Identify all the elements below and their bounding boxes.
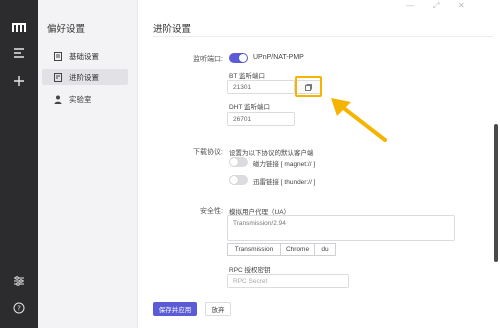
- thunder-toggle[interactable]: [229, 175, 248, 185]
- highlight-box: [295, 76, 322, 97]
- plus-icon[interactable]: [0, 74, 38, 88]
- sliders-icon[interactable]: [0, 274, 38, 288]
- annotation-arrow: [331, 98, 387, 142]
- sidebar-item-advanced[interactable]: 进阶设置: [42, 69, 128, 85]
- lab-icon: [51, 95, 65, 104]
- scrollbar-thumb[interactable]: [494, 124, 498, 262]
- upnp-label: UPnP/NAT-PMP: [253, 54, 304, 61]
- ua-preset-du[interactable]: du: [314, 243, 336, 256]
- scrollbar[interactable]: [494, 0, 500, 328]
- dht-port-input[interactable]: 26701: [227, 112, 295, 126]
- rpc-secret-input[interactable]: RPC Secret: [227, 274, 349, 288]
- bt-port-input[interactable]: 21301: [227, 80, 295, 94]
- listen-port-label: 监听端口:: [193, 56, 223, 63]
- page-title: 进阶设置: [153, 24, 192, 35]
- save-apply-button[interactable]: 保存并应用: [153, 302, 197, 316]
- discard-button[interactable]: 放弃: [205, 302, 231, 316]
- rpc-label: RPC 授权密钥: [229, 267, 271, 274]
- basic-settings-icon: [51, 51, 65, 61]
- sidebar-item-basic[interactable]: 基础设置: [42, 48, 128, 64]
- ua-preset-transmission[interactable]: Transmission: [227, 243, 281, 256]
- title-divider: [153, 36, 493, 37]
- help-icon[interactable]: ?: [0, 301, 38, 315]
- bt-port-label: BT 监听端口: [229, 73, 265, 80]
- maximize-icon[interactable]: ⤢: [433, 1, 439, 11]
- sidebar-item-label: 实验室: [69, 94, 92, 104]
- magnet-label: 磁力链接 [ magnet:// ]: [253, 161, 316, 168]
- sidebar-item-label: 进阶设置: [69, 72, 99, 82]
- sidebar-item-label: 基础设置: [69, 51, 99, 61]
- protocol-description: 设置为以下协议的默认客户端: [229, 150, 314, 157]
- sidebar-title: 偏好设置: [47, 24, 86, 35]
- svg-text:?: ?: [17, 305, 21, 313]
- ua-textarea[interactable]: Transmission/2.94: [227, 215, 455, 241]
- thunder-label: 迅雷链接 [ thunder:// ]: [253, 179, 316, 186]
- upnp-toggle[interactable]: [229, 53, 248, 63]
- ua-preset-chrome[interactable]: Chrome: [280, 243, 315, 256]
- sidebar-item-lab[interactable]: 实验室: [42, 91, 128, 107]
- app-rail: ?: [0, 0, 38, 328]
- preferences-sidebar: 偏好设置 基础设置 进阶设置 实验室: [38, 0, 138, 328]
- main-panel: — ⤢ ✕ 进阶设置 监听端口: UPnP/NAT-PMP BT 监听端口 21…: [139, 0, 500, 328]
- magnet-toggle[interactable]: [229, 157, 248, 167]
- m-logo-icon[interactable]: [0, 21, 38, 33]
- advanced-settings-icon: [51, 72, 65, 82]
- dht-port-label: DHT 监听端口: [229, 104, 271, 111]
- minimize-icon[interactable]: —: [406, 1, 414, 10]
- security-label: 安全性:: [200, 208, 223, 215]
- menu-icon[interactable]: [0, 46, 38, 60]
- protocol-label: 下载协议:: [193, 149, 223, 156]
- close-icon[interactable]: ✕: [458, 1, 465, 10]
